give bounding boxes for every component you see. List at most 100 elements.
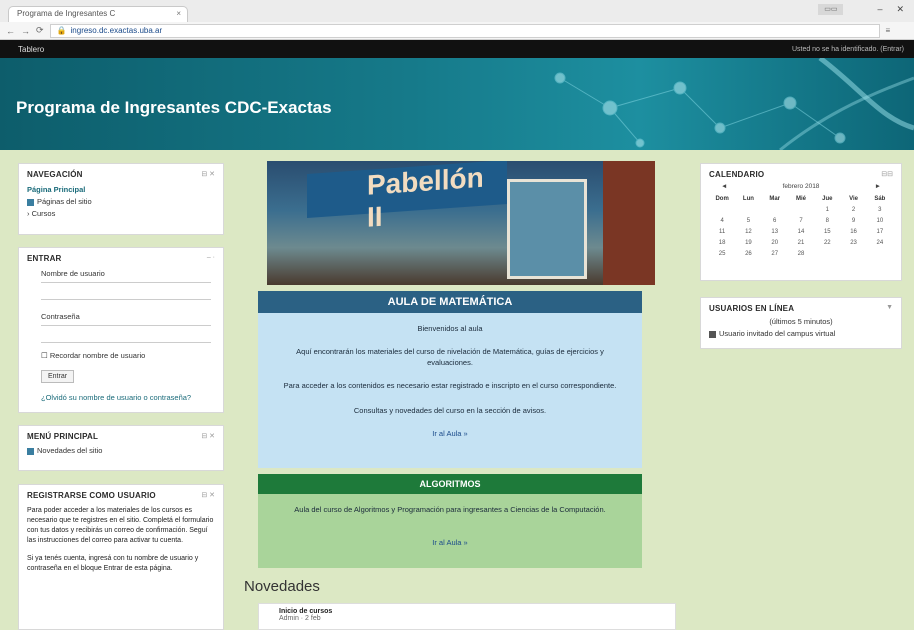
calendar-day (788, 207, 814, 213)
menu-icon[interactable]: ≡ (886, 26, 891, 35)
calendar-day[interactable]: 20 (762, 240, 788, 246)
login-status-link[interactable]: Usted no se ha identificado. (Entrar) (792, 46, 904, 53)
site-news-link[interactable]: Novedades del sitio (27, 446, 215, 455)
navbar-home-link[interactable]: Tablero (18, 45, 44, 54)
block-controls-icon[interactable]: – · (207, 254, 215, 261)
password-label: Contraseña (41, 312, 80, 321)
calendar-title: CALENDARIO (709, 170, 765, 179)
forward-icon[interactable]: → (21, 26, 30, 36)
calendar-day-header: Sáb (874, 196, 886, 202)
calendar-day (709, 207, 735, 213)
tab-close-icon[interactable]: × (176, 9, 181, 18)
calendar-day (867, 251, 893, 257)
calendar-day-header: Lun (742, 196, 754, 202)
calendar-day-header: Vie (849, 196, 859, 202)
news-item-meta: Admin · 2 feb (279, 615, 321, 622)
register-info-title: REGISTRARSE COMO USUARIO (27, 491, 156, 500)
calendar-day[interactable]: 15 (814, 229, 840, 235)
calendar-day[interactable]: 4 (709, 218, 735, 224)
calendar-day (735, 207, 761, 213)
address-bar[interactable]: 🔒 ingreso.dc.exactas.uba.ar (49, 23, 880, 38)
profile-button[interactable]: ▭▭ (818, 4, 844, 15)
calendar-day[interactable]: 13 (762, 229, 788, 235)
calendar-day[interactable]: 25 (709, 251, 735, 257)
calendar-day[interactable]: 3 (867, 207, 893, 213)
site-navbar: Tablero Usted no se ha identificado. (En… (0, 40, 914, 58)
login-block-title: ENTRAR (27, 254, 62, 263)
nav-item-site-pages[interactable]: Páginas del sitio (27, 197, 215, 206)
block-controls-icon[interactable]: ⊟⊟ (881, 170, 893, 178)
calendar-day (814, 251, 840, 257)
calendar-prev-icon[interactable]: ◄ (721, 183, 727, 190)
math-panel-link[interactable]: Ir al Aula » (258, 428, 642, 439)
calendar-day[interactable]: 27 (762, 251, 788, 257)
calendar-day[interactable]: 5 (735, 218, 761, 224)
calendar-day[interactable]: 23 (840, 240, 866, 246)
calendar-day[interactable]: 10 (867, 218, 893, 224)
news-item-title: Inicio de cursos (279, 608, 333, 615)
browser-tab[interactable]: Programa de Ingresantes C × (8, 6, 188, 22)
block-controls-icon[interactable]: ⊟ ✕ (201, 491, 215, 499)
calendar-day[interactable]: 7 (788, 218, 814, 224)
back-icon[interactable]: ← (6, 26, 15, 36)
online-users-block: USUARIOS EN LÍNEA ▼ (últimos 5 minutos) … (700, 297, 902, 349)
calendar-next-icon[interactable]: ► (875, 183, 881, 190)
math-panel-text: Bienvenidos al aula (417, 324, 483, 333)
username-input[interactable] (41, 282, 211, 300)
calendar-day[interactable]: 26 (735, 251, 761, 257)
calendar-day[interactable]: 19 (735, 240, 761, 246)
calendar-month-nav: ◄ febrero 2018 ► (709, 183, 893, 190)
online-users-title: USUARIOS EN LÍNEA (709, 304, 795, 313)
algorithms-panel-text: Aula del curso de Algoritmos y Programac… (294, 505, 606, 514)
collapse-icon[interactable]: ▼ (886, 304, 893, 311)
online-user-item[interactable]: Usuario invitado del campus virtual (709, 329, 893, 338)
calendar-day[interactable]: 28 (788, 251, 814, 257)
reload-icon[interactable]: ⟳ (36, 25, 44, 36)
calendar-day[interactable]: 6 (762, 218, 788, 224)
hero-sign: Pabellón II (307, 161, 507, 233)
calendar-day[interactable]: 17 (867, 229, 893, 235)
block-controls-icon[interactable]: ⊟ ✕ (201, 170, 215, 178)
calendar-day[interactable]: 21 (788, 240, 814, 246)
lock-icon: 🔒 (56, 26, 67, 35)
calendar-day[interactable]: 1 (814, 207, 840, 213)
register-info-block: REGISTRARSE COMO USUARIO ⊟ ✕ Para poder … (18, 484, 224, 630)
address-text: ingreso.dc.exactas.uba.ar (70, 26, 163, 35)
close-window-icon[interactable]: ✕ (896, 4, 904, 15)
calendar-day[interactable]: 12 (735, 229, 761, 235)
register-info-paragraph: Si ya tenés cuenta, ingresá con tu nombr… (27, 555, 199, 572)
calendar-day-header: Dom (715, 196, 729, 202)
password-input[interactable] (41, 325, 211, 343)
main-menu-title: MENÚ PRINCIPAL (27, 432, 99, 441)
calendar-day[interactable]: 18 (709, 240, 735, 246)
login-button[interactable]: Entrar (41, 370, 75, 383)
calendar-month: febrero 2018 (782, 183, 820, 190)
calendar-day[interactable]: 8 (814, 218, 840, 224)
math-panel: AULA DE MATEMÁTICA Bienvenidos al aula A… (258, 291, 642, 468)
math-panel-title: AULA DE MATEMÁTICA (258, 291, 642, 313)
algorithms-panel-link[interactable]: Ir al Aula » (258, 537, 642, 548)
remember-checkbox[interactable]: ☐ Recordar nombre de usuario (41, 351, 215, 360)
calendar-day[interactable]: 16 (840, 229, 866, 235)
calendar-day[interactable]: 22 (814, 240, 840, 246)
calendar-grid: Dom Lun Mar Mié Jue Vie Sáb 1 2 3 4 5 6 7 8 9 10 11 12 13 14… (709, 196, 893, 257)
folder-icon (27, 198, 34, 206)
site-banner: Programa de Ingresantes CDC-Exactas (0, 58, 914, 150)
block-controls-icon[interactable]: ⊟ ✕ (201, 432, 215, 440)
nav-item-home[interactable]: Página Principal (27, 185, 215, 194)
browser-tabbar: Programa de Ingresantes C × ▭▭ – ✕ (0, 0, 914, 22)
nav-item-courses[interactable]: › Cursos (27, 209, 215, 218)
calendar-day[interactable]: 24 (867, 240, 893, 246)
calendar-day[interactable]: 2 (840, 207, 866, 213)
math-panel-text: Consultas y novedades del curso en la se… (353, 406, 547, 415)
forum-icon (27, 447, 34, 455)
calendar-day[interactable]: 9 (840, 218, 866, 224)
calendar-day[interactable]: 14 (788, 229, 814, 235)
news-item[interactable]: Inicio de cursos Admin · 2 feb (258, 603, 676, 630)
calendar-day[interactable]: 11 (709, 229, 735, 235)
forgot-password-link[interactable]: ¿Olvidó su nombre de usuario o contraseñ… (41, 393, 215, 402)
main-menu-block: MENÚ PRINCIPAL ⊟ ✕ Novedades del sitio (18, 425, 224, 471)
algorithms-panel: ALGORITMOS Aula del curso de Algoritmos … (258, 474, 642, 568)
minimize-icon[interactable]: – (877, 4, 882, 15)
username-label: Nombre de usuario (41, 269, 105, 278)
